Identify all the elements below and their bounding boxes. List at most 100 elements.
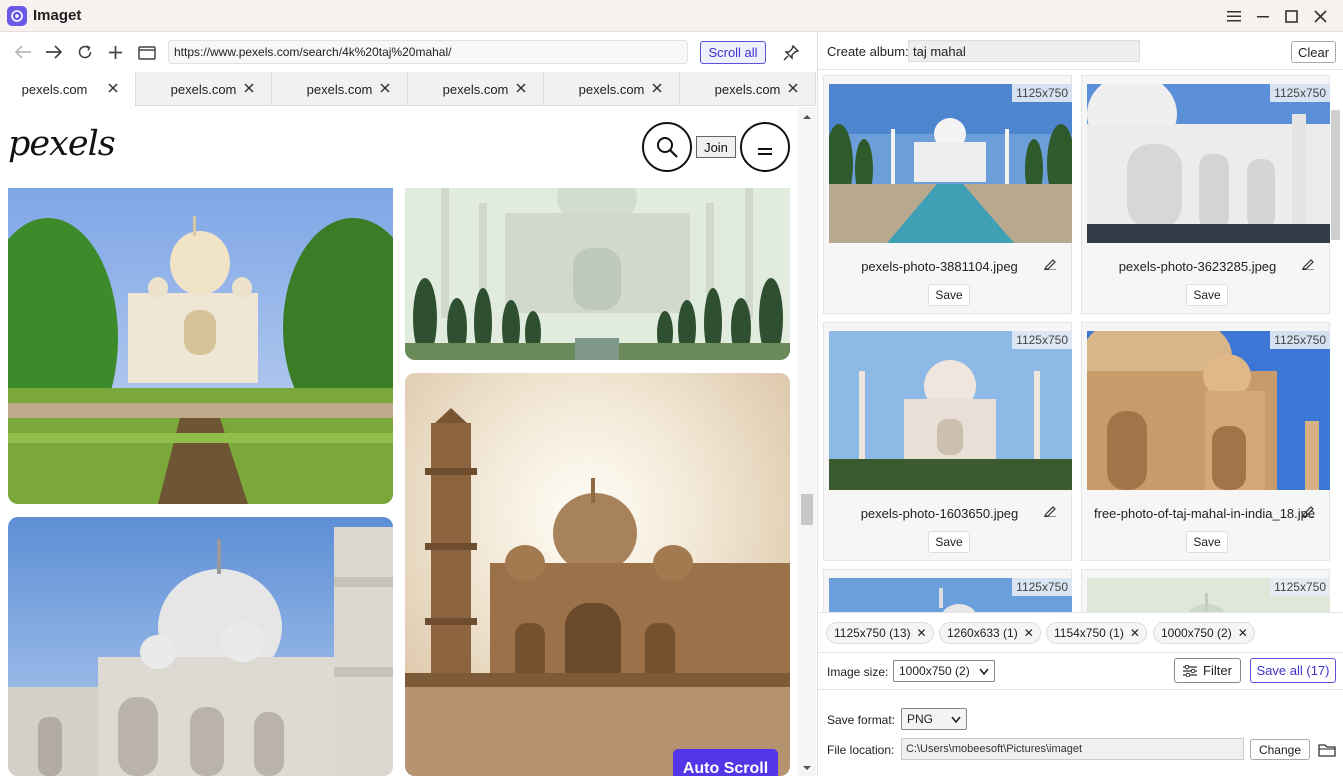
size-chip[interactable]: 1260x633 (1) ✕: [939, 622, 1041, 644]
save-format-label: Save format:: [827, 713, 896, 727]
menu-icon[interactable]: [1219, 0, 1248, 32]
photo-taj-garden[interactable]: [8, 188, 393, 504]
imaget-panel: Create album: Clear 1125x750 pexels-phot: [817, 32, 1343, 776]
chip-remove-icon[interactable]: ✕: [917, 626, 927, 640]
image-filename: free-photo-of-taj-mahal-in-india_18.jpe: [1094, 506, 1316, 521]
tab-1[interactable]: pexels.com: [0, 72, 136, 106]
tab-close-icon[interactable]: [649, 80, 665, 96]
save-button[interactable]: Save: [928, 531, 970, 553]
image-dimensions: 1125x750: [1012, 84, 1072, 102]
tab-label: pexels.com: [21, 81, 88, 97]
back-icon[interactable]: [7, 32, 38, 72]
tab-close-icon[interactable]: [513, 80, 529, 96]
image-size-select[interactable]: 1000x750 (2): [893, 660, 995, 682]
size-chip[interactable]: 1125x750 (13) ✕: [826, 622, 934, 644]
image-thumbnail[interactable]: 1125x750: [829, 578, 1072, 612]
chip-label: 1000x750 (2): [1161, 626, 1232, 640]
save-all-button[interactable]: Save all (17): [1250, 658, 1336, 683]
search-icon: [657, 137, 678, 158]
filter-icon: [1183, 664, 1198, 677]
size-chip[interactable]: 1154x750 (1) ✕: [1046, 622, 1147, 644]
size-filter-chips: 1125x750 (13) ✕ 1260x633 (1) ✕ 1154x750 (1…: [818, 612, 1343, 652]
image-card[interactable]: 1125x750: [823, 569, 1072, 612]
scroll-all-button[interactable]: Scroll all: [700, 41, 766, 64]
chip-remove-icon[interactable]: ✕: [1238, 626, 1248, 640]
image-card[interactable]: 1125x750: [1081, 569, 1330, 612]
page-scrollbar[interactable]: [798, 107, 816, 776]
filter-button[interactable]: Filter: [1174, 658, 1241, 683]
folder-icon[interactable]: [1316, 739, 1338, 760]
chevron-down-icon: [951, 716, 961, 724]
file-location-input[interactable]: [901, 738, 1244, 760]
hamburger-icon: [758, 148, 772, 155]
image-dimensions: 1125x750: [1270, 84, 1330, 102]
image-size-label: Image size:: [827, 665, 889, 679]
edit-icon[interactable]: [1301, 256, 1317, 272]
tab-4[interactable]: pexels.com: [408, 72, 544, 106]
image-thumbnail[interactable]: 1125x750: [1087, 331, 1330, 490]
tab-label: pexels.com: [578, 81, 645, 97]
change-location-button[interactable]: Change: [1250, 739, 1310, 760]
edit-icon[interactable]: [1043, 256, 1059, 272]
web-page: pexels Join Auto Scroll: [0, 107, 798, 776]
image-filename: pexels-photo-3881104.jpeg: [861, 259, 1018, 274]
image-card[interactable]: 1125x750 pexels-photo-3881104.jpeg Save: [823, 75, 1072, 314]
save-button[interactable]: Save: [1186, 531, 1228, 553]
photo-taj-marble[interactable]: [8, 517, 393, 776]
app-title: Imaget: [33, 7, 82, 24]
image-thumbnail[interactable]: 1125x750: [1087, 578, 1330, 612]
search-button[interactable]: [642, 122, 692, 172]
clear-button[interactable]: Clear: [1291, 41, 1336, 63]
url-input[interactable]: [168, 40, 688, 64]
size-chip[interactable]: 1000x750 (2) ✕: [1153, 622, 1255, 644]
save-button[interactable]: Save: [1186, 284, 1228, 306]
tab-close-icon[interactable]: [105, 80, 121, 96]
tab-label: pexels.com: [306, 81, 373, 97]
nav-bar: Scroll all: [0, 32, 816, 72]
save-button[interactable]: Save: [928, 284, 970, 306]
chip-remove-icon[interactable]: ✕: [1130, 626, 1140, 640]
pin-icon[interactable]: [779, 41, 803, 65]
tab-2[interactable]: pexels.com: [136, 72, 272, 106]
image-thumbnail[interactable]: 1125x750: [829, 84, 1072, 243]
chip-label: 1125x750 (13): [834, 626, 911, 640]
image-card[interactable]: 1125x750 pexels-photo-1603650.jpeg Save: [823, 322, 1072, 561]
pexels-logo[interactable]: pexels: [8, 124, 116, 164]
scroll-up-icon[interactable]: [798, 111, 816, 123]
reload-icon[interactable]: [69, 32, 100, 72]
scroll-down-icon[interactable]: [798, 762, 816, 774]
menu-button[interactable]: [740, 122, 790, 172]
save-format-value: PNG: [907, 712, 934, 726]
tab-close-icon[interactable]: [241, 80, 257, 96]
tabs-icon[interactable]: [131, 32, 162, 72]
forward-icon[interactable]: [38, 32, 69, 72]
image-card[interactable]: 1125x750 free-photo-of-taj-mahal-in-indi…: [1081, 322, 1330, 561]
auto-scroll-button[interactable]: Auto Scroll: [673, 749, 778, 776]
album-name-input[interactable]: [908, 40, 1140, 62]
image-size-value: 1000x750 (2): [899, 664, 970, 678]
size-row: Image size: 1000x750 (2) Filter Save all…: [818, 652, 1343, 690]
join-button[interactable]: Join: [696, 136, 736, 158]
photo-taj-sunset[interactable]: [405, 373, 790, 776]
chip-label: 1260x633 (1): [947, 626, 1018, 640]
tab-close-icon[interactable]: [377, 80, 393, 96]
photo-taj-misty[interactable]: [405, 188, 790, 360]
image-thumbnail[interactable]: 1125x750: [829, 331, 1072, 490]
tab-5[interactable]: pexels.com: [544, 72, 680, 106]
tab-3[interactable]: pexels.com: [272, 72, 408, 106]
edit-icon[interactable]: [1043, 503, 1059, 519]
close-icon[interactable]: [1306, 0, 1335, 32]
minimize-icon[interactable]: [1248, 0, 1277, 32]
save-format-select[interactable]: PNG: [901, 708, 967, 730]
scrollbar-thumb[interactable]: [801, 494, 813, 525]
image-card[interactable]: 1125x750 pexels-photo-3623285.jpeg Save: [1081, 75, 1330, 314]
edit-icon[interactable]: [1301, 503, 1317, 519]
panel-scrollbar[interactable]: [1328, 110, 1342, 612]
maximize-icon[interactable]: [1277, 0, 1306, 32]
tab-6[interactable]: pexels.com: [680, 72, 816, 106]
scrollbar-thumb[interactable]: [1331, 110, 1340, 240]
chip-remove-icon[interactable]: ✕: [1024, 626, 1034, 640]
image-thumbnail[interactable]: 1125x750: [1087, 84, 1330, 243]
new-tab-icon[interactable]: [100, 32, 131, 72]
tab-close-icon[interactable]: [785, 80, 801, 96]
